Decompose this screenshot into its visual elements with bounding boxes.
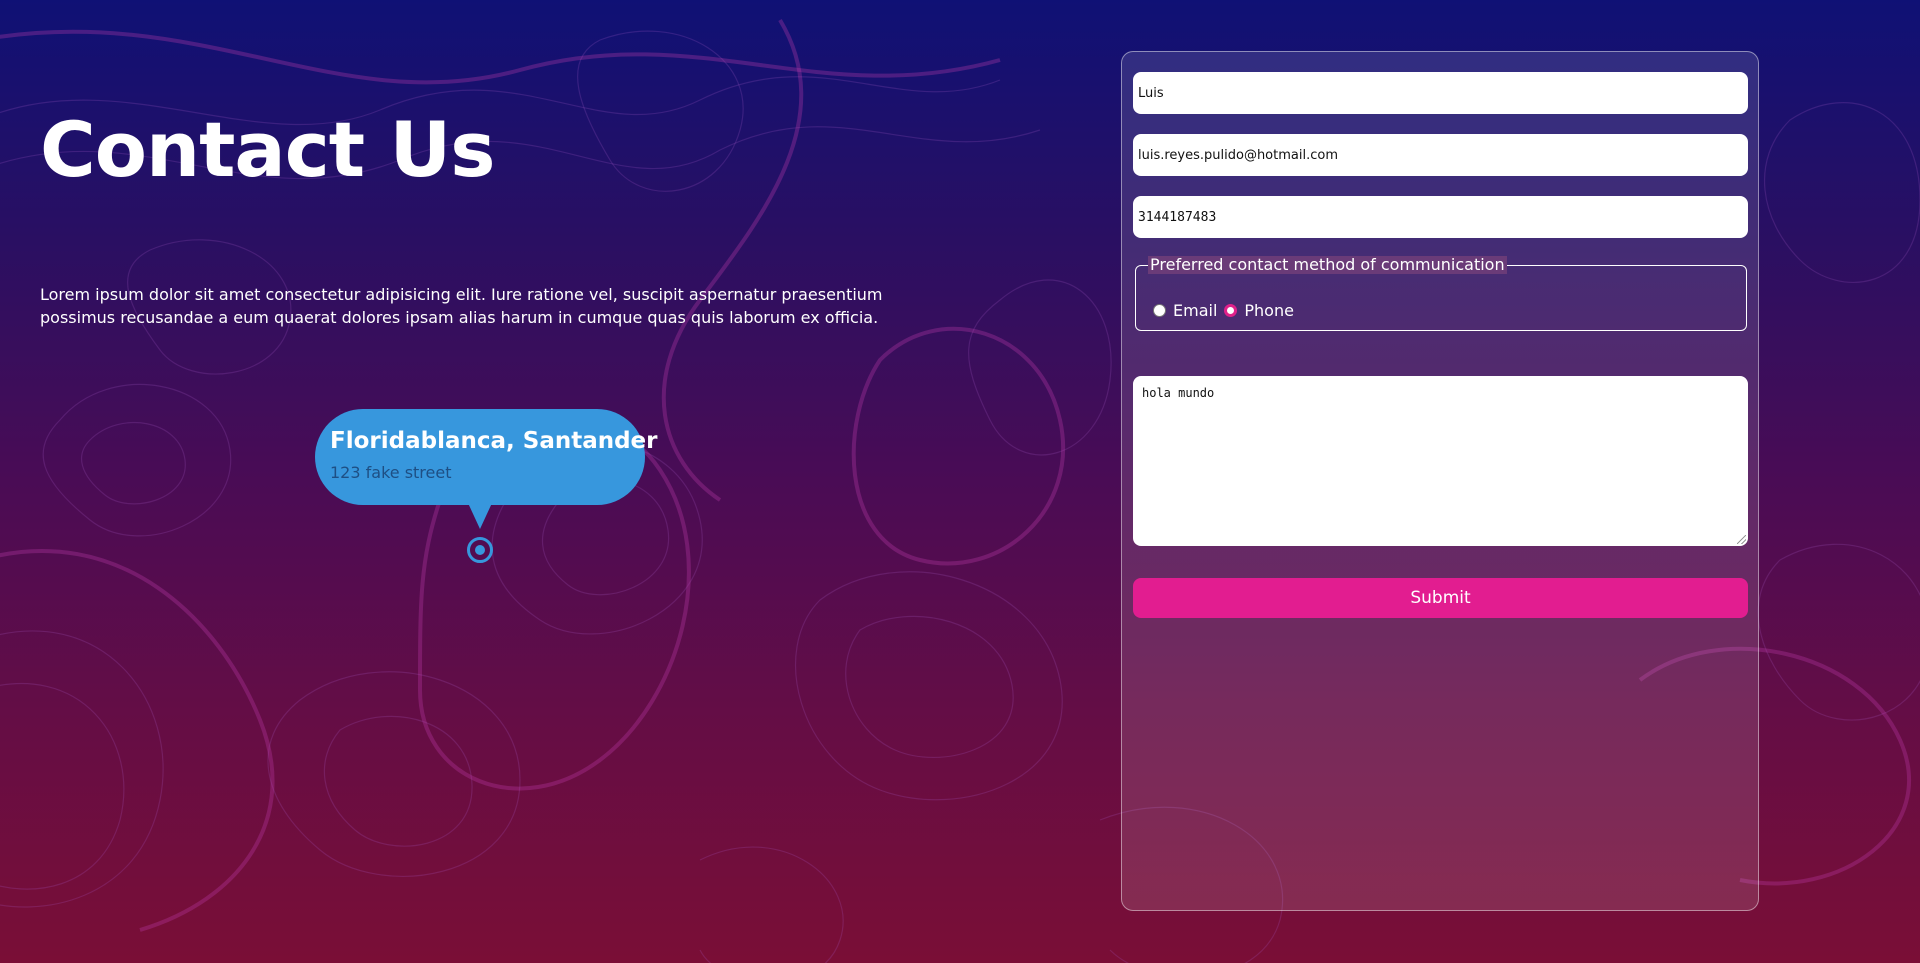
email-field[interactable] xyxy=(1133,134,1748,176)
map-pin-icon xyxy=(467,537,493,563)
location-city: Floridablanca, Santander xyxy=(330,428,658,454)
contact-method-fieldset: Preferred contact method of communicatio… xyxy=(1135,256,1747,331)
contact-method-legend: Preferred contact method of communicatio… xyxy=(1148,255,1507,274)
intro-description: Lorem ipsum dolor sit amet consectetur a… xyxy=(40,285,883,327)
phone-radio[interactable] xyxy=(1224,304,1238,317)
submit-button[interactable]: Submit xyxy=(1133,578,1748,618)
contact-form: Preferred contact method of communicatio… xyxy=(1121,51,1759,911)
email-radio-label[interactable]: Email xyxy=(1173,301,1217,320)
page-title: Contact Us xyxy=(40,105,495,194)
contact-method-options: Email Phone xyxy=(1153,301,1301,320)
message-textarea[interactable]: hola mundo xyxy=(1133,376,1748,546)
location-bubble: Floridablanca, Santander 123 fake street xyxy=(315,409,658,529)
location-street: 123 fake street xyxy=(330,463,452,482)
name-field[interactable] xyxy=(1133,72,1748,114)
resize-grip-icon[interactable] xyxy=(1737,535,1746,544)
email-radio[interactable] xyxy=(1153,304,1166,317)
message-text: hola mundo xyxy=(1142,386,1215,400)
phone-field[interactable] xyxy=(1133,196,1748,238)
phone-radio-label[interactable]: Phone xyxy=(1244,301,1294,320)
